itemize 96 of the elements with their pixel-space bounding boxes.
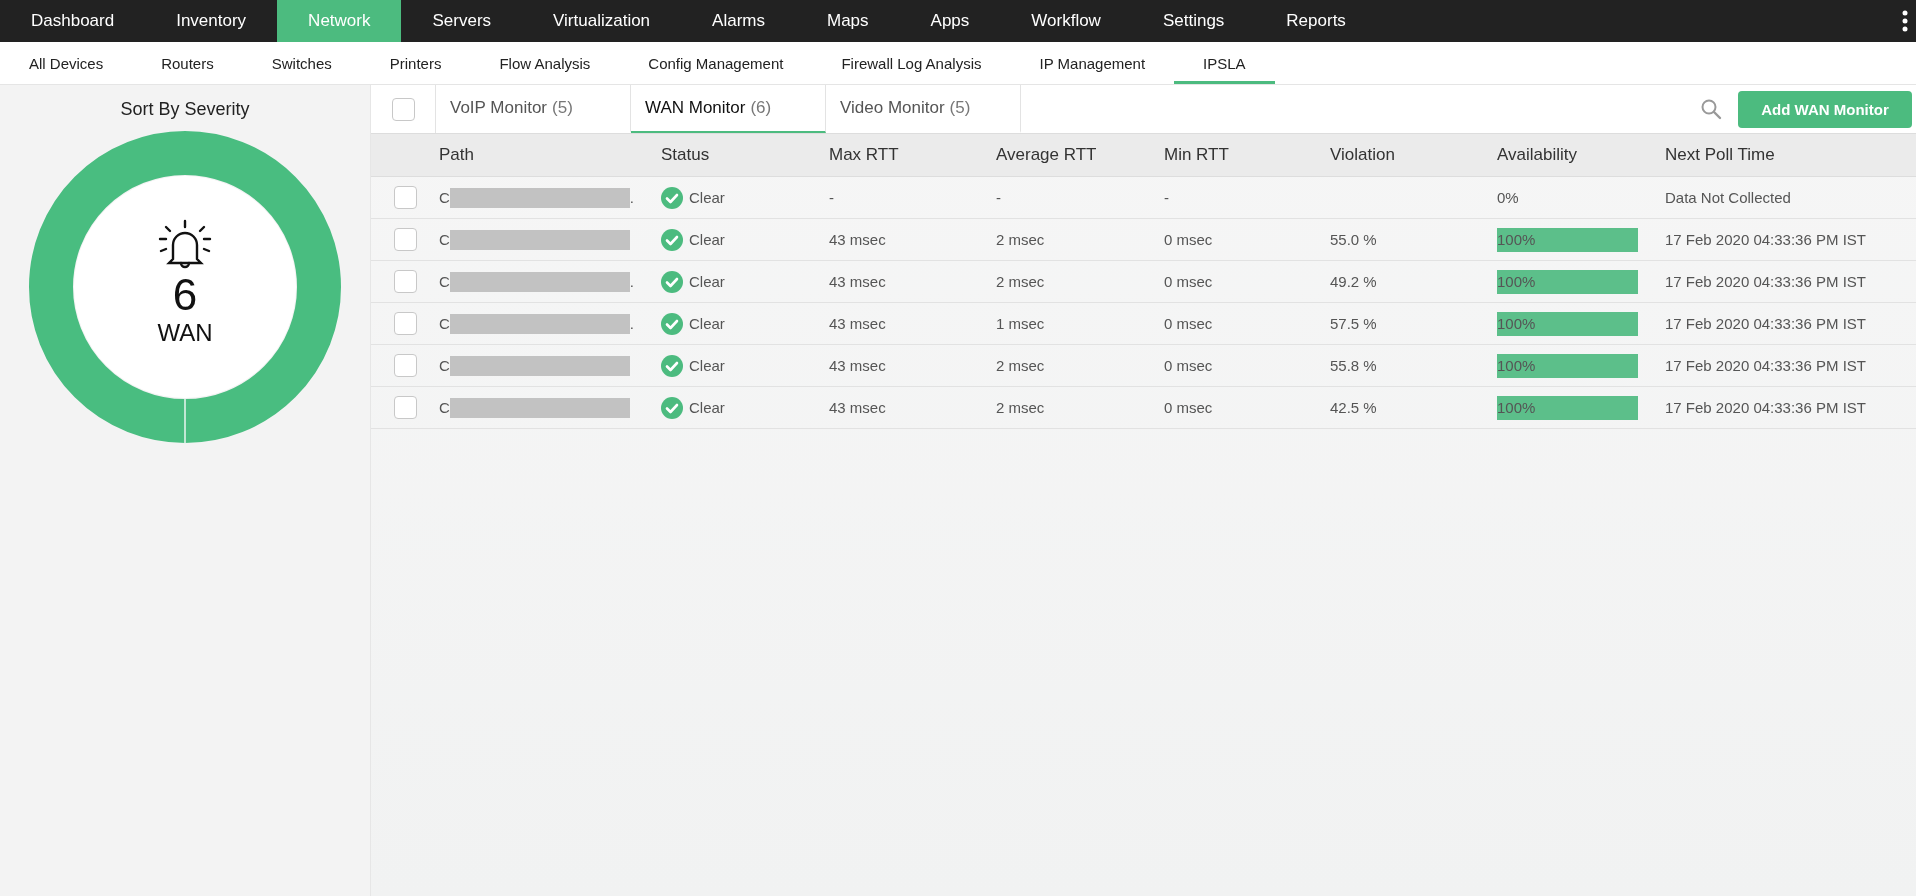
status-text: Clear	[689, 399, 725, 416]
column-header: Max RTT	[829, 145, 900, 165]
row-checkbox[interactable]	[393, 228, 417, 251]
column-header: Next Poll Time	[1665, 145, 1776, 165]
nav-tab[interactable]: Servers	[401, 0, 523, 42]
availability-text: 100%	[1497, 229, 1537, 250]
nav-tab[interactable]: Dashboard	[0, 0, 146, 42]
table-cell-text: 1 msec	[996, 315, 1046, 332]
status-text: Clear	[689, 189, 725, 206]
availability-text: 0%	[1497, 187, 1520, 208]
table-cell-text: 0 msec	[1164, 231, 1214, 248]
table-cell-text: 0 msec	[1164, 273, 1214, 290]
row-checkbox[interactable]	[393, 270, 417, 293]
table-cell-text: 2 msec	[996, 399, 1046, 416]
nav-tab[interactable]: Inventory	[145, 0, 278, 42]
column-header: Average RTT	[996, 145, 1098, 165]
check-icon	[661, 354, 683, 377]
path-text: C	[439, 231, 450, 248]
table-cell-text: 49.2 %	[1330, 273, 1378, 290]
nav-tab[interactable]: Workflow	[1000, 0, 1132, 42]
table-cell-text: 55.0 %	[1330, 231, 1378, 248]
subnav-tab[interactable]: Printers	[360, 42, 471, 84]
table-cell-text: 43 msec	[829, 357, 887, 374]
table-cell-text: 0 msec	[1164, 315, 1214, 332]
table-cell-text: 17 Feb 2020 04:33:36 PM IST	[1665, 399, 1867, 416]
table-cell-text: -	[996, 189, 1002, 206]
check-icon	[661, 228, 683, 251]
nav-tab[interactable]: Alarms	[681, 0, 796, 42]
subnav-tab[interactable]: All Devices	[0, 42, 133, 84]
table-cell-text: 43 msec	[829, 399, 887, 416]
column-header: Availability	[1497, 145, 1578, 165]
row-checkbox[interactable]	[393, 354, 417, 377]
column-header: Min RTT	[1164, 145, 1230, 165]
row-checkbox[interactable]	[393, 186, 417, 209]
availability-text: 100%	[1497, 313, 1537, 334]
panel-title: Sort By Severity	[120, 99, 250, 120]
nav-tab[interactable]: Virtualization	[522, 0, 682, 42]
path-text: C	[439, 399, 450, 416]
availability-text: 100%	[1497, 397, 1537, 418]
path-text: .	[629, 273, 634, 290]
table-cell-text: -	[829, 189, 835, 206]
table-cell-text: 43 msec	[829, 273, 887, 290]
search-icon[interactable]	[1700, 98, 1722, 120]
path-text: C	[439, 273, 450, 290]
table-cell-text: 42.5 %	[1330, 399, 1378, 416]
monitor-tab[interactable]: VoIP Monitor (5)	[436, 85, 631, 133]
check-icon	[661, 312, 683, 335]
check-icon	[661, 270, 683, 293]
table-cell-text: 0 msec	[1164, 357, 1214, 374]
subnav-tab[interactable]: Routers	[132, 42, 243, 84]
table-cell-text: Data Not Collected	[1665, 189, 1792, 206]
nav-tab[interactable]: Settings	[1131, 0, 1256, 42]
table-cell-text: 17 Feb 2020 04:33:36 PM IST	[1665, 357, 1867, 374]
subnav-tab[interactable]: Switches	[242, 42, 361, 84]
table-cell-text: 17 Feb 2020 04:33:36 PM IST	[1665, 273, 1867, 290]
check-icon	[661, 396, 683, 419]
path-text: .	[629, 189, 634, 206]
nav-tab[interactable]: Reports	[1255, 0, 1377, 42]
row-checkbox[interactable]	[393, 312, 417, 335]
select-all-checkbox[interactable]	[391, 97, 415, 121]
column-header: Status	[661, 145, 711, 165]
path-text: C	[439, 315, 450, 332]
status-text: Clear	[689, 231, 725, 248]
status-text: Clear	[689, 315, 725, 332]
table-cell-text: -	[1164, 189, 1170, 206]
subnav-tab[interactable]: Config Management	[619, 42, 813, 84]
status-text: Clear	[689, 357, 725, 374]
subnav-tab[interactable]: IP Management	[1010, 42, 1175, 84]
more-menu-icon[interactable]	[1902, 10, 1908, 32]
path-text: C	[439, 357, 450, 374]
availability-text: 100%	[1497, 355, 1537, 376]
table-cell-text: 2 msec	[996, 357, 1046, 374]
alarm-count: 6	[172, 270, 198, 320]
table-cell-text: 57.5 %	[1330, 315, 1378, 332]
status-text: Clear	[689, 273, 725, 290]
table-cell-text: 17 Feb 2020 04:33:36 PM IST	[1665, 315, 1867, 332]
table-cell-text: 43 msec	[829, 315, 887, 332]
monitor-tab[interactable]: Video Monitor (5)	[826, 85, 1021, 133]
nav-tab[interactable]: Maps	[796, 0, 900, 42]
column-header: Path	[439, 145, 475, 165]
table-cell-text: 2 msec	[996, 273, 1046, 290]
table-cell-text: 43 msec	[829, 231, 887, 248]
nav-tab[interactable]: Apps	[899, 0, 1001, 42]
subnav-tab[interactable]: Flow Analysis	[470, 42, 620, 84]
table-cell-text: 55.8 %	[1330, 357, 1378, 374]
table-cell-text: 0 msec	[1164, 399, 1214, 416]
row-checkbox[interactable]	[393, 396, 417, 419]
column-header: Violation	[1330, 145, 1396, 165]
check-icon	[661, 186, 683, 209]
path-text: C	[439, 189, 450, 206]
table-cell-text: 2 msec	[996, 231, 1046, 248]
availability-text: 100%	[1497, 271, 1537, 292]
subnav-tab[interactable]: Firewall Log Analysis	[812, 42, 1011, 84]
path-text: .	[629, 315, 634, 332]
count-label: WAN	[157, 319, 213, 348]
table-cell-text: 17 Feb 2020 04:33:36 PM IST	[1665, 231, 1867, 248]
